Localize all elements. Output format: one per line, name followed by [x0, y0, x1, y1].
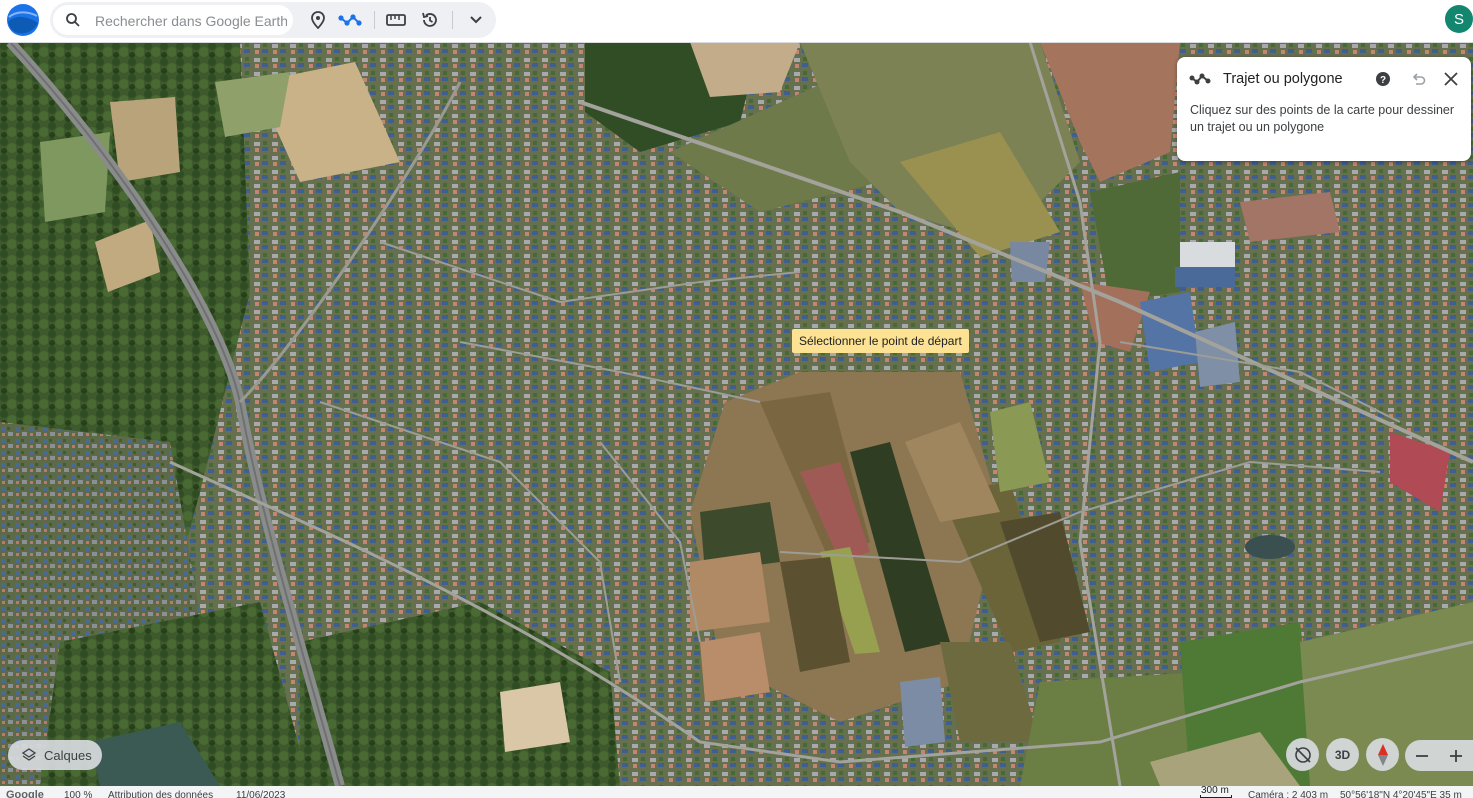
- path-polygon-icon[interactable]: [337, 7, 363, 33]
- zoom-level: 100 %: [64, 790, 93, 798]
- status-bar: Google 100 % Attribution des données 11/…: [0, 786, 1473, 798]
- toolbar-divider: [452, 11, 453, 29]
- help-icon[interactable]: ?: [1375, 71, 1391, 87]
- layers-button[interactable]: Calques: [8, 740, 102, 770]
- undo-icon[interactable]: [1409, 70, 1427, 88]
- panel-description: Cliquez sur des points de la carte pour …: [1190, 103, 1455, 134]
- data-attribution-link[interactable]: Attribution des données: [108, 790, 213, 798]
- search-box: [53, 5, 293, 35]
- 3d-label: 3D: [1334, 747, 1351, 762]
- panel-title: Trajet ou polygone: [1223, 71, 1343, 87]
- top-bar: S: [0, 0, 1473, 43]
- camera-altitude: Caméra : 2 403 m: [1248, 790, 1329, 798]
- 3d-button[interactable]: 3D: [1326, 738, 1359, 771]
- imagery-date: 11/06/2023: [236, 790, 286, 798]
- search-input[interactable]: [93, 9, 289, 33]
- search-icon[interactable]: [65, 12, 81, 28]
- tilt-reset-icon: [1294, 746, 1311, 763]
- zoom-in-icon[interactable]: [1441, 740, 1471, 771]
- compass-button[interactable]: [1366, 738, 1399, 771]
- zoom-controls: [1405, 740, 1473, 771]
- path-polygon-icon: [1189, 73, 1211, 85]
- toolbar-divider: [374, 11, 375, 29]
- compass-icon: [1377, 743, 1388, 766]
- history-icon[interactable]: [417, 7, 443, 33]
- main-toolbar: [50, 2, 496, 38]
- google-logo: Google: [6, 789, 44, 798]
- layers-label: Calques: [44, 747, 92, 763]
- tilt-reset-button[interactable]: [1286, 738, 1319, 771]
- start-point-tooltip: Sélectionner le point de départ: [792, 329, 969, 353]
- close-icon[interactable]: [1442, 70, 1460, 88]
- zoom-out-icon[interactable]: [1407, 740, 1437, 771]
- account-avatar[interactable]: S: [1445, 5, 1473, 33]
- ruler-icon[interactable]: [383, 7, 409, 33]
- svg-text:?: ?: [1380, 75, 1386, 86]
- coordinates: 50°56'18"N 4°20'45"E 35 m: [1340, 790, 1462, 798]
- location-pin-icon[interactable]: [305, 7, 331, 33]
- layers-icon: [22, 748, 36, 761]
- chevron-down-icon[interactable]: [463, 7, 489, 33]
- path-polygon-panel: Trajet ou polygone ? Cliquez sur des poi…: [1177, 57, 1471, 161]
- google-earth-logo[interactable]: [6, 3, 40, 37]
